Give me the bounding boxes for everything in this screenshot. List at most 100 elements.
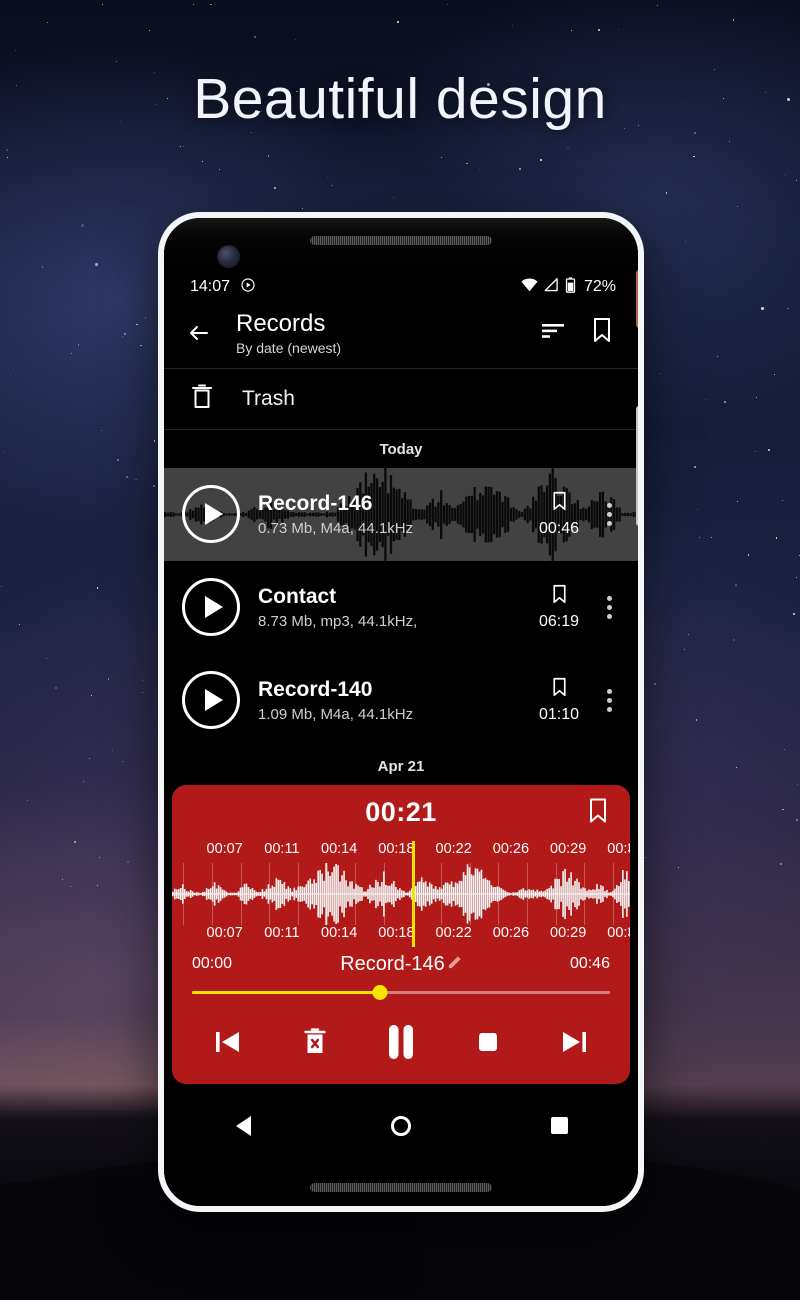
ruler-label: 00:11 (264, 924, 300, 941)
section-header-date: Apr 21 (377, 757, 425, 775)
ruler-labels-top: 00:07 00:11 00:14 00:18 00:22 00:26 00:29 00:33… (172, 841, 630, 863)
trash-label: Trash (242, 386, 295, 410)
app-bar: Records By date (newest) (164, 304, 638, 368)
ruler-label: 00:07 (206, 924, 243, 941)
status-bar-time: 14:07 (190, 278, 231, 295)
ruler-label: 00:18 (378, 840, 415, 857)
record-meta: Record-146 0.73 Mb, M4a, 44.1kHz (258, 491, 528, 537)
nav-recents-icon[interactable] (529, 1106, 589, 1146)
app-bar-titles: Records By date (newest) (236, 310, 526, 356)
trash-row[interactable]: Trash (164, 369, 638, 429)
playhead-cursor[interactable] (412, 840, 416, 947)
record-details: 1.09 Mb, M4a, 44.1kHz (258, 706, 414, 724)
sort-subtitle: By date (newest) (236, 339, 342, 356)
seek-slider[interactable] (192, 984, 610, 1000)
play-circle-icon (240, 277, 256, 298)
nav-back-icon[interactable] (213, 1106, 273, 1146)
page-title: Records (236, 310, 326, 337)
more-vert-icon[interactable] (594, 688, 624, 712)
record-details: 8.73 Mb, mp3, 44.1kHz, (258, 613, 418, 631)
bookmark-icon[interactable] (588, 797, 608, 828)
ruler-label: 00:18 (378, 924, 415, 941)
record-name: Record-140 (258, 678, 373, 701)
record-duration: 06:19 (538, 612, 580, 630)
seek-knob[interactable] (372, 984, 388, 1000)
skip-previous-button[interactable] (202, 1020, 254, 1064)
player-controls (172, 1010, 630, 1080)
play-icon[interactable] (182, 671, 240, 730)
bookmark-icon[interactable] (592, 317, 612, 348)
section-header-today: Today (379, 440, 423, 458)
player-track-name-wrap[interactable]: Record-146 (340, 953, 462, 976)
trash-icon (190, 383, 214, 415)
player-panel: 00:21 00:07 00:11 00:14 00:18 00:22 00:26 00:2… (172, 784, 630, 1084)
record-meta: Contact 8.73 Mb, mp3, 44.1kHz, (258, 584, 528, 630)
nav-home-icon[interactable] (371, 1106, 431, 1146)
record-details: 0.73 Mb, M4a, 44.1kHz (258, 520, 414, 538)
android-nav-bar (164, 1083, 638, 1206)
record-right: 00:46 (528, 491, 590, 538)
seek-fill (192, 990, 381, 994)
player-track-row: 00:00 Record-146 00:46 (172, 947, 630, 978)
ruler-label: 00:33 (607, 924, 630, 941)
ruler-label: 00:22 (435, 924, 472, 941)
skip-next-button[interactable] (548, 1020, 600, 1064)
record-right: 06:19 (528, 584, 590, 631)
player-time-start: 00:00 (192, 955, 233, 973)
ruler-label: 00:14 (321, 840, 358, 857)
bottom-speaker-grille (310, 1183, 492, 1192)
bookmark-icon[interactable] (552, 491, 567, 516)
page-headline: Beautiful design (193, 67, 607, 131)
ruler-label: 00:29 (550, 924, 587, 941)
record-row[interactable]: Contact 8.73 Mb, mp3, 44.1kHz, 06:19 (164, 561, 638, 654)
player-seek-wrap (172, 978, 630, 1010)
status-bar: 14:07 72% (164, 270, 638, 304)
ruler-label: 00:26 (492, 924, 530, 941)
front-camera (218, 246, 239, 267)
ruler-label: 00:07 (206, 840, 243, 857)
ruler-label: 00:29 (550, 840, 587, 857)
phone-screen: 14:07 72% Records By date (newest) Trash… (164, 218, 638, 1206)
pencil-icon[interactable] (447, 953, 462, 976)
play-icon[interactable] (182, 485, 240, 544)
ruler-label: 00:14 (321, 924, 358, 941)
record-duration: 01:10 (538, 705, 580, 723)
record-meta: Record-140 1.09 Mb, M4a, 44.1kHz (258, 677, 528, 723)
ruler-label: 00:22 (435, 840, 472, 857)
player-elapsed-time: 00:21 (365, 797, 437, 828)
battery-percent-label: 72% (583, 278, 616, 295)
battery-icon (565, 276, 576, 298)
stop-button[interactable] (462, 1020, 514, 1064)
phone-top-bezel (164, 218, 638, 270)
pause-button[interactable] (375, 1020, 427, 1064)
app-bar-actions (540, 317, 616, 348)
cellular-signal-icon (544, 277, 559, 297)
delete-record-button[interactable] (289, 1020, 341, 1064)
player-track-name: Record-146 (340, 952, 445, 975)
record-name: Contact (258, 585, 337, 608)
bookmark-icon[interactable] (552, 677, 567, 702)
back-button[interactable] (182, 316, 216, 350)
ruler-label-truncated: 0 (628, 925, 630, 941)
record-right: 01:10 (528, 677, 590, 724)
play-icon[interactable] (182, 578, 240, 637)
player-waveform-ruler[interactable]: 00:07 00:11 00:14 00:18 00:22 00:26 00:29 00:33… (172, 840, 630, 947)
power-button[interactable] (636, 270, 638, 328)
earpiece-speaker (310, 236, 492, 245)
volume-rocker[interactable] (636, 406, 638, 526)
record-row[interactable]: Record-140 1.09 Mb, M4a, 44.1kHz 01:10 (164, 654, 638, 747)
phone-mockup: 14:07 72% Records By date (newest) Trash… (158, 212, 644, 1212)
bookmark-icon[interactable] (552, 584, 567, 609)
record-name: Record-146 (258, 492, 373, 515)
record-row-selected[interactable]: Record-146 0.73 Mb, M4a, 44.1kHz 00:46 (164, 467, 638, 561)
more-vert-icon[interactable] (594, 595, 624, 619)
player-waveform (172, 858, 630, 930)
player-header: 00:21 (172, 785, 630, 841)
ruler-label: 00:11 (264, 840, 300, 857)
sort-icon[interactable] (540, 320, 566, 345)
record-duration: 00:46 (538, 519, 580, 537)
ruler-label: 00:26 (492, 840, 530, 857)
more-vert-icon[interactable] (594, 502, 624, 526)
ruler-label-truncated: 0 (628, 841, 630, 857)
player-time-end: 00:46 (569, 955, 610, 973)
